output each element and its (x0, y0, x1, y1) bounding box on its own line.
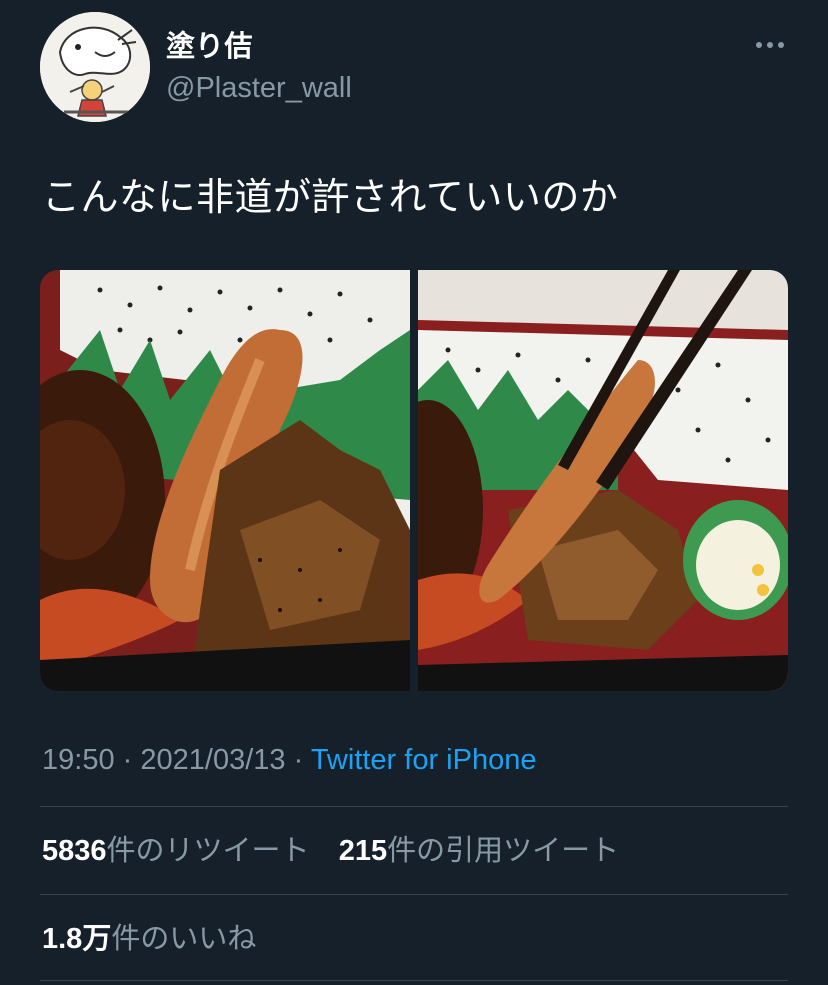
retweets-label: 件のリツイート (106, 833, 310, 867)
tweet-meta: 19:50 · 2021/03/13 · Twitter for iPhone (42, 740, 536, 780)
meta-separator: · (122, 744, 133, 776)
tweet-photo-1[interactable] (40, 270, 410, 691)
likes-count: 1.8万 (42, 923, 112, 955)
quotes-count: 215 (338, 835, 388, 867)
avatar[interactable] (40, 12, 150, 122)
meta-separator: · (293, 744, 304, 776)
retweets-stat[interactable]: 5836件のリツイート (42, 833, 310, 867)
tweet-media (40, 270, 788, 691)
tweet-detail: 塗り佶 @Plaster_wall こんなに非道が許されていいのか 19:50 … (0, 0, 828, 985)
likes-stats-row: 1.8万件のいいね (42, 918, 276, 959)
quotes-stat[interactable]: 215件の引用ツイート (339, 833, 619, 867)
tweet-source-link[interactable]: Twitter for iPhone (311, 744, 537, 776)
tweet-text: こんなに非道が許されていいのか (42, 175, 619, 219)
likes-label: 件のいいね (111, 921, 257, 955)
likes-stat[interactable]: 1.8万件のいいね (42, 921, 256, 955)
bento-photo-icon (418, 270, 788, 691)
display-name[interactable]: 塗り佶 (166, 28, 253, 64)
retweets-count: 5836 (42, 835, 107, 867)
bento-photo-icon (40, 270, 410, 691)
more-options-icon[interactable] (752, 30, 788, 60)
divider (40, 806, 788, 807)
tweet-photo-2[interactable] (418, 270, 788, 691)
engagement-stats-row: 5836件のリツイート 215件の引用ツイート (42, 830, 639, 871)
quotes-label: 件の引用ツイート (387, 833, 620, 867)
divider (40, 894, 788, 895)
user-handle[interactable]: @Plaster_wall (166, 70, 352, 106)
tweet-time[interactable]: 19:50 (42, 744, 115, 776)
tweet-date[interactable]: 2021/03/13 (140, 744, 285, 776)
avatar-illustration-icon (40, 12, 150, 122)
divider (40, 980, 788, 981)
